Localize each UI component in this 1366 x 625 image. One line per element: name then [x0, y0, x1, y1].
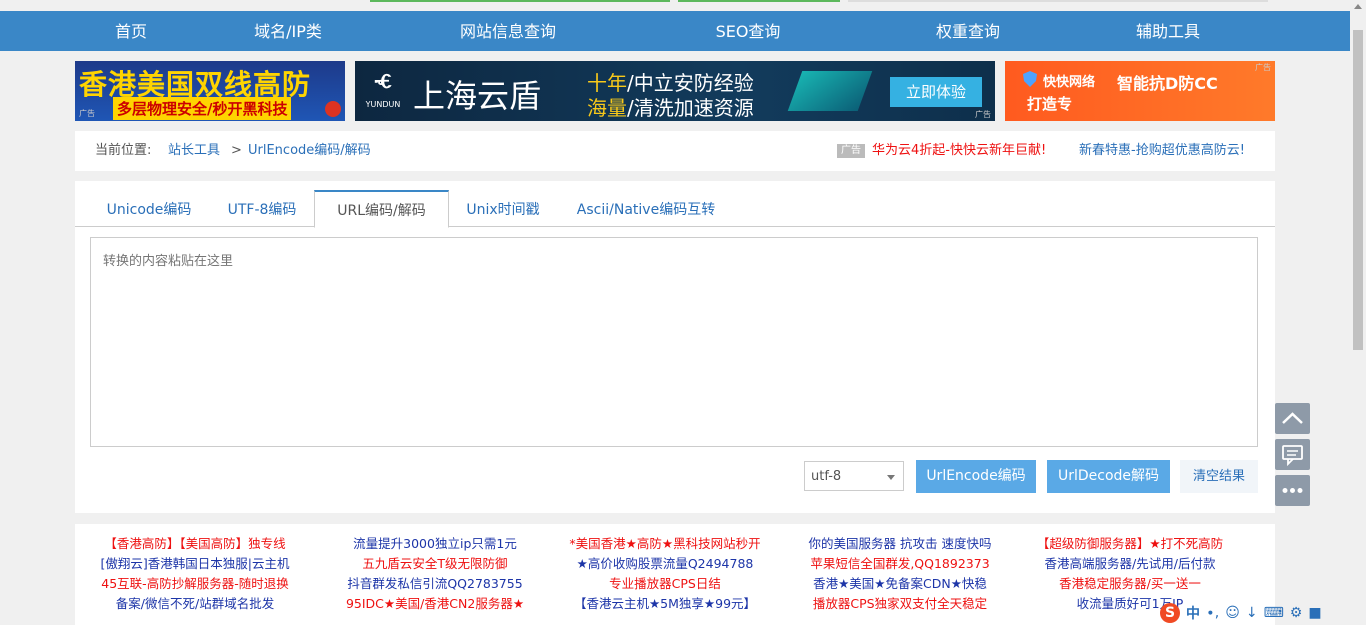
feedback-button[interactable]	[1275, 439, 1310, 470]
footer-link[interactable]: [傲翔云]香港韩国日本独服|云主机	[95, 554, 295, 574]
punctuation-icon[interactable]: ∙,	[1206, 605, 1219, 621]
browser-top-strip	[0, 0, 1350, 11]
ad-banner-yundun[interactable]: ⱕ YUNDUN 上海云盾 十年/中立安防经验 海量/清洗加速资源 立即体验 广告	[355, 61, 995, 121]
ad-tag: 广告	[975, 110, 991, 119]
breadcrumb-separator: >	[231, 143, 242, 158]
tab-url-encode[interactable]: URL编码/解码	[314, 190, 449, 228]
ad-try-button[interactable]: 立即体验	[890, 77, 982, 107]
ad-subtitle: 打造专	[1027, 95, 1073, 113]
ad-brand: 快快网络	[1043, 75, 1096, 90]
footer-link[interactable]: 流量提升3000独立ip只需1元	[330, 534, 540, 554]
top-strip-bar	[848, 0, 1268, 2]
nav-item-weight[interactable]: 权重查询	[922, 11, 1014, 51]
tab-unix-timestamp[interactable]: Unix时间戳	[455, 191, 551, 226]
microphone-icon[interactable]: ↓	[1246, 605, 1258, 621]
server-graphic-icon	[787, 71, 873, 111]
tool-panel: Unicode编码 UTF-8编码 URL编码/解码 Unix时间戳 Ascii…	[75, 181, 1275, 513]
ad-line2: 海量/清洗加速资源	[587, 96, 754, 120]
nav-item-domain-ip[interactable]: 域名/IP类	[238, 11, 338, 51]
tool-tabs: Unicode编码 UTF-8编码 URL编码/解码 Unix时间戳 Ascii…	[75, 190, 1275, 228]
ad-title: 上海云盾	[413, 77, 542, 115]
comment-icon	[1282, 445, 1303, 467]
breadcrumb-label: 当前位置:	[95, 143, 152, 158]
footer-link[interactable]: 45互联-高防抄解服务器-随时退换	[95, 574, 295, 594]
footer-link[interactable]: 香港★美国★免备案CDN★快稳	[795, 574, 1005, 594]
top-strip-bar	[370, 0, 670, 2]
nav-item-home[interactable]: 首页	[95, 11, 167, 51]
main-nav: 首页 域名/IP类 网站信息查询 SEO查询 权重查询 辅助工具	[0, 11, 1350, 51]
ad-badge: 广告	[837, 144, 865, 158]
scroll-up-icon[interactable]	[1354, 4, 1362, 9]
sogou-logo-icon[interactable]: S	[1160, 602, 1180, 623]
charset-value: utf-8	[811, 469, 842, 484]
url-decode-button[interactable]: UrlDecode解码	[1047, 460, 1170, 493]
more-button[interactable]	[1275, 475, 1310, 506]
ad-banner-hk-us[interactable]: 香港美国双线高防 多层物理安全/秒开黑科技 广告	[75, 61, 345, 121]
tab-utf8[interactable]: UTF-8编码	[215, 191, 309, 226]
keyboard-icon[interactable]: ⌨	[1264, 605, 1284, 621]
emoji-icon[interactable]: ☺	[1225, 605, 1240, 621]
breadcrumb: 当前位置: 站长工具 > UrlEncode编码/解码 广告 华为云4折起-快快…	[75, 131, 1275, 171]
ime-toolbar: S 中 ∙, ☺ ↓ ⌨ ⚙ ■	[1160, 600, 1350, 625]
charset-select[interactable]: utf-8	[804, 461, 904, 491]
clear-result-button[interactable]: 清空结果	[1180, 460, 1258, 493]
footer-link[interactable]: 香港高端服务器/先试用/后付款	[1030, 554, 1230, 574]
footer-link[interactable]: 备案/微信不死/站群域名批发	[95, 594, 295, 614]
ad-tag: 广告	[79, 109, 95, 118]
footer-link[interactable]: ★高价收购股票流量Q2494788	[560, 554, 770, 574]
nav-item-seo[interactable]: SEO查询	[700, 11, 796, 51]
yundun-logo-icon: ⱕ YUNDUN	[365, 69, 401, 109]
footer-link[interactable]: 专业播放器CPS日结	[560, 574, 770, 594]
ime-language-toggle[interactable]: 中	[1186, 603, 1200, 623]
footer-link[interactable]: *美国香港★高防★黑科技网站秒开	[560, 534, 770, 554]
ad-text-link[interactable]: 华为云4折起-快快云新年巨献!	[872, 131, 1046, 171]
ad-title: 智能抗D防CC	[1117, 74, 1218, 93]
ad-subtitle: 多层物理安全/秒开黑科技	[113, 97, 292, 120]
chevron-up-icon	[1282, 412, 1303, 424]
url-encode-button[interactable]: UrlEncode编码	[916, 460, 1036, 493]
top-strip-bar	[678, 0, 840, 2]
ad-tag: 广告	[1255, 63, 1271, 72]
footer-link[interactable]: 苹果短信全国群发,QQ1892373	[795, 554, 1005, 574]
footer-column: 流量提升3000独立ip只需1元 五九盾云安全T级无限防御 抖音群发私信引流QQ…	[330, 534, 540, 614]
footer-link[interactable]: 【香港云主机★5M独享★99元】	[560, 594, 770, 614]
content-input[interactable]	[90, 237, 1258, 447]
footer-link[interactable]: 香港稳定服务器/买一送一	[1030, 574, 1230, 594]
scrollbar-thumb[interactable]	[1353, 30, 1363, 350]
hk-flower-icon	[325, 101, 341, 117]
footer-link[interactable]: 抖音群发私信引流QQ2783755	[330, 574, 540, 594]
ad-banner-kuaikuai[interactable]: 快快网络 智能抗D防CC 打造专 广告	[1005, 61, 1275, 121]
breadcrumb-link-tools[interactable]: 站长工具	[168, 131, 220, 171]
ad-text-link[interactable]: 新春特惠-抢购超优惠高防云!	[1079, 131, 1245, 171]
footer-link[interactable]: 【香港高防】【美国高防】独专线	[95, 534, 295, 554]
footer-link[interactable]: 你的美国服务器 抗攻击 速度快吗	[795, 534, 1005, 554]
more-dots-icon	[1282, 488, 1303, 493]
back-to-top-button[interactable]	[1275, 403, 1310, 434]
shield-icon	[1023, 71, 1037, 87]
footer-column: *美国香港★高防★黑科技网站秒开 ★高价收购股票流量Q2494788 专业播放器…	[560, 534, 770, 614]
breadcrumb-link-urlencode[interactable]: UrlEncode编码/解码	[248, 131, 371, 171]
footer-link[interactable]: 五九盾云安全T级无限防御	[330, 554, 540, 574]
footer-column: 你的美国服务器 抗攻击 速度快吗 苹果短信全国群发,QQ1892373 香港★美…	[795, 534, 1005, 614]
chevron-down-icon	[887, 475, 895, 480]
tab-ascii-native[interactable]: Ascii/Native编码互转	[571, 191, 721, 226]
vertical-scrollbar[interactable]	[1350, 0, 1366, 625]
toolbox-icon[interactable]: ⚙	[1290, 605, 1303, 621]
footer-column: 【香港高防】【美国高防】独专线 [傲翔云]香港韩国日本独服|云主机 45互联-高…	[95, 534, 295, 614]
footer-link[interactable]: 95IDC★美国/香港CN2服务器★	[330, 594, 540, 614]
footer-link[interactable]: 【超级防御服务器】★打不死高防	[1030, 534, 1230, 554]
footer-link[interactable]: 播放器CPS独家双支付全天稳定	[795, 594, 1005, 614]
footer-ad-links: 【香港高防】【美国高防】独专线 [傲翔云]香港韩国日本独服|云主机 45互联-高…	[75, 524, 1275, 625]
skin-icon[interactable]: ■	[1308, 605, 1321, 621]
nav-item-site-info[interactable]: 网站信息查询	[448, 11, 568, 51]
nav-item-tools[interactable]: 辅助工具	[1122, 11, 1214, 51]
tab-unicode[interactable]: Unicode编码	[95, 191, 203, 226]
